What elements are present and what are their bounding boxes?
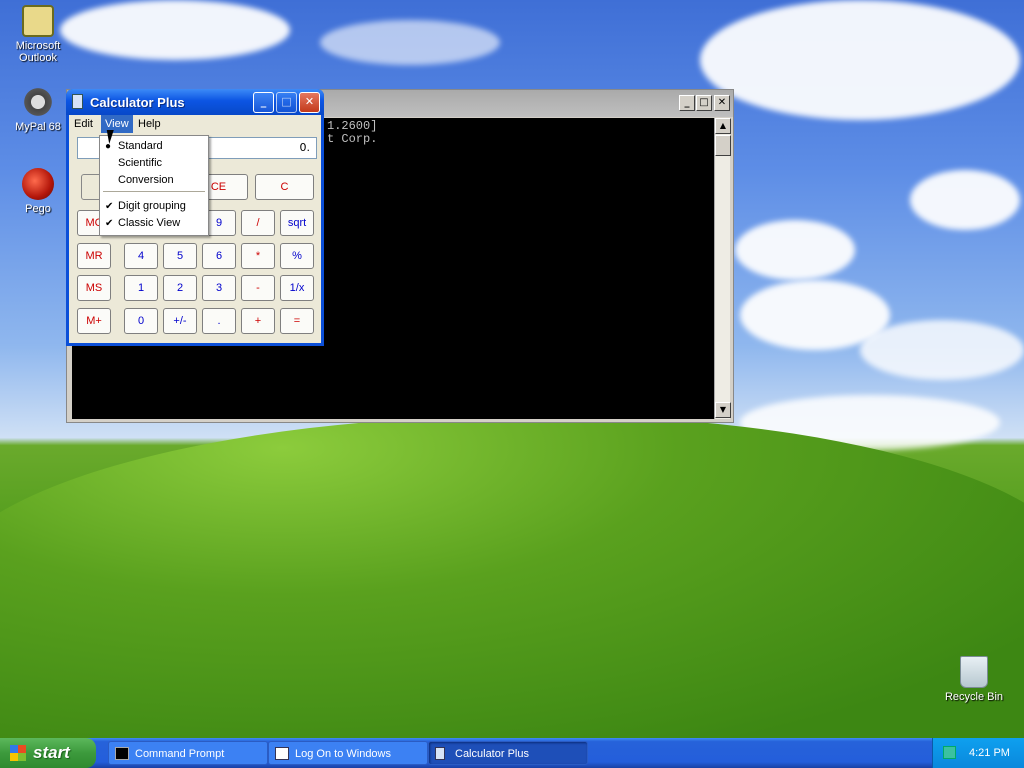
key-equals[interactable]: =: [280, 308, 314, 334]
scroll-thumb[interactable]: [715, 135, 731, 156]
key-4[interactable]: 4: [124, 243, 158, 269]
desktop-icon-label: Microsoft Outlook: [15, 40, 61, 64]
key-clear[interactable]: C: [255, 174, 314, 200]
menu-view[interactable]: View: [101, 115, 133, 133]
menu-item-scientific[interactable]: Scientific: [100, 155, 208, 172]
menu-item-label: Conversion: [118, 174, 174, 186]
network-icon[interactable]: [943, 746, 956, 759]
key-1[interactable]: 1: [124, 275, 158, 301]
calculator-icon: [435, 747, 445, 760]
system-tray: 4:21 PM: [932, 738, 1024, 768]
close-button[interactable]: ✕: [299, 92, 320, 113]
checkmark-icon: ✔: [105, 218, 114, 229]
key-6[interactable]: 6: [202, 243, 236, 269]
menu-item-conversion[interactable]: Conversion: [100, 172, 208, 189]
vertical-scrollbar[interactable]: ▲ ▼: [714, 118, 731, 419]
clock[interactable]: 4:21 PM: [969, 747, 1010, 759]
key-reciprocal[interactable]: 1/x: [280, 275, 314, 301]
maximize-button[interactable]: □: [696, 95, 712, 111]
desktop-icon-label: Pego: [25, 203, 51, 215]
menu-item-label: Scientific: [118, 157, 163, 169]
console-line: t Corp.: [327, 132, 378, 146]
key-decimal[interactable]: .: [202, 308, 236, 334]
taskbar-button-label: Command Prompt: [135, 748, 225, 760]
key-divide[interactable]: /: [241, 210, 275, 236]
key-memory-recall[interactable]: MR: [77, 243, 111, 269]
key-add[interactable]: +: [241, 308, 275, 334]
taskbar: start Command Prompt Log On to Windows C…: [0, 738, 1024, 768]
windows-flag-icon: [10, 745, 26, 761]
taskbar-button-calculator[interactable]: Calculator Plus: [428, 741, 588, 765]
key-2[interactable]: 2: [163, 275, 197, 301]
taskbar-button-log-on[interactable]: Log On to Windows: [268, 741, 428, 765]
desktop-icon-recycle-bin[interactable]: Recycle Bin: [936, 656, 1012, 703]
menu-item-label: Standard: [118, 140, 163, 152]
key-memory-store[interactable]: MS: [77, 275, 111, 301]
start-button[interactable]: start: [0, 738, 96, 768]
key-0[interactable]: 0: [124, 308, 158, 334]
desktop-icon-label: Recycle Bin: [944, 691, 1004, 703]
key-5[interactable]: 5: [163, 243, 197, 269]
outlook-icon: [22, 5, 54, 37]
menu-item-label: Digit grouping: [118, 200, 186, 212]
view-dropdown-menu: ● Standard Scientific Conversion ✔ Digit…: [99, 135, 209, 236]
scroll-down-icon[interactable]: ▼: [715, 402, 731, 418]
console-line: 1.2600]: [327, 119, 378, 133]
desktop-icon-pego[interactable]: Pego: [0, 168, 76, 215]
calculator-app-icon: [72, 94, 83, 109]
console-icon: [115, 747, 129, 760]
scroll-up-icon[interactable]: ▲: [715, 118, 731, 134]
window-icon: [275, 747, 289, 760]
window-title: Calculator Plus: [90, 95, 185, 110]
taskbar-button-command-prompt[interactable]: Command Prompt: [108, 741, 268, 765]
desktop-icon-label: MyPal 68: [15, 121, 61, 133]
taskbar-button-label: Log On to Windows: [295, 748, 391, 760]
menu-item-standard[interactable]: ● Standard: [100, 138, 208, 155]
calculator-titlebar[interactable]: Calculator Plus _ □ ✕: [66, 89, 324, 115]
raccoon-icon: [22, 86, 54, 118]
start-label: start: [33, 743, 70, 762]
menu-separator: [103, 191, 205, 192]
minimize-button[interactable]: _: [253, 92, 274, 113]
key-subtract[interactable]: -: [241, 275, 275, 301]
checkmark-icon: ✔: [105, 201, 114, 212]
key-memory-add[interactable]: M+: [77, 308, 111, 334]
recycle-bin-icon: [960, 656, 988, 688]
menu-item-classic-view[interactable]: ✔ Classic View: [100, 215, 208, 232]
taskbar-button-label: Calculator Plus: [455, 748, 529, 760]
maximize-button[interactable]: □: [276, 92, 297, 113]
key-percent[interactable]: %: [280, 243, 314, 269]
menu-help[interactable]: Help: [134, 115, 165, 133]
minimize-button[interactable]: _: [679, 95, 695, 111]
key-sqrt[interactable]: sqrt: [280, 210, 314, 236]
key-3[interactable]: 3: [202, 275, 236, 301]
red-ball-icon: [22, 168, 54, 200]
key-sign[interactable]: +/-: [163, 308, 197, 334]
desktop-icon-mypal[interactable]: MyPal 68: [0, 86, 76, 133]
menu-edit[interactable]: Edit: [70, 115, 97, 133]
menu-item-digit-grouping[interactable]: ✔ Digit grouping: [100, 198, 208, 215]
desktop-icon-outlook[interactable]: Microsoft Outlook: [0, 5, 76, 64]
key-multiply[interactable]: *: [241, 243, 275, 269]
menu-item-label: Classic View: [118, 217, 181, 229]
close-button[interactable]: ✕: [714, 95, 730, 111]
